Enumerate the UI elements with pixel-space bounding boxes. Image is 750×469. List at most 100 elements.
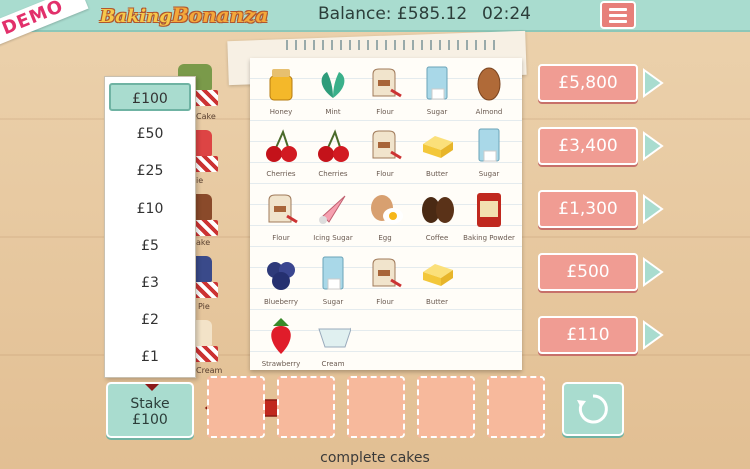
ingredient-label: Butter xyxy=(426,170,448,178)
ingredient-item: Sugar xyxy=(462,126,516,188)
cherries-icon xyxy=(263,126,299,166)
ingredient-label: Flour xyxy=(376,298,394,306)
butter-icon xyxy=(419,126,455,166)
clock-display: 02:24 xyxy=(482,4,531,24)
ingredient-label: Sugar xyxy=(426,108,448,116)
stake-option[interactable]: £1 xyxy=(109,343,191,371)
cake-slot xyxy=(487,376,545,438)
binder-rings xyxy=(286,40,496,50)
play-arrow-icon xyxy=(643,68,664,98)
mint-leaves-icon xyxy=(315,64,351,104)
ingredient-label: Egg xyxy=(378,234,392,242)
ingredient-item: Egg xyxy=(358,190,412,252)
bg-cake-label: ake xyxy=(196,238,211,247)
play-arrow-icon xyxy=(643,257,664,287)
prize-button[interactable]: £5,800 xyxy=(538,64,638,102)
stake-option[interactable]: £100 xyxy=(109,83,191,111)
cake-slot xyxy=(207,376,265,438)
ingredient-label: Blueberry xyxy=(263,298,298,306)
ingredient-label: Mint xyxy=(325,108,341,116)
flour-sack-icon xyxy=(263,190,299,230)
ingredient-item: Flour xyxy=(254,190,308,252)
ingredient-item: Butter xyxy=(410,126,464,188)
ingredient-label: Sugar xyxy=(478,170,500,178)
play-arrow-icon xyxy=(643,131,664,161)
prize-button[interactable]: £110 xyxy=(538,316,638,354)
menu-button[interactable] xyxy=(600,1,636,29)
bg-cake-label: Cream xyxy=(196,366,223,375)
hamburger-icon-line xyxy=(609,7,627,11)
bg-cake-label: Pie xyxy=(198,302,210,311)
egg-icon xyxy=(367,190,403,230)
ingredient-label: Coffee xyxy=(425,234,449,242)
stake-button-label: Stake xyxy=(130,396,170,412)
ingredient-item: Almond xyxy=(462,64,516,126)
refresh-button[interactable] xyxy=(562,382,624,436)
hamburger-icon-line xyxy=(609,13,627,17)
ingredient-label: Sugar xyxy=(322,298,344,306)
cake-slot xyxy=(417,376,475,438)
stake-option[interactable]: £5 xyxy=(109,232,191,260)
baking-powder-icon xyxy=(471,190,507,230)
bg-cake-label: ie xyxy=(196,176,204,185)
ingredient-label: Strawberry xyxy=(261,360,301,368)
ingredient-item: Mint xyxy=(306,64,360,126)
flour-sack-icon xyxy=(367,126,403,166)
blueberry-icon xyxy=(263,254,299,294)
ingredient-item: Honey xyxy=(254,64,308,126)
balance-display: Balance: £585.12 xyxy=(318,4,468,24)
coffee-beans-icon xyxy=(419,190,455,230)
sugar-bag-icon xyxy=(471,126,507,166)
stake-option[interactable]: £25 xyxy=(109,157,191,185)
ingredient-item: Coffee xyxy=(410,190,464,252)
ingredient-label: Icing Sugar xyxy=(313,234,353,242)
ingredient-item: Sugar xyxy=(410,64,464,126)
stake-dropdown: £100 £50 £25 £10 £5 £3 £2 £1 xyxy=(104,76,196,378)
ingredient-item: Cherries xyxy=(306,126,360,188)
stake-option[interactable]: £10 xyxy=(109,195,191,223)
strawberry-icon xyxy=(263,316,299,356)
stake-caret-icon xyxy=(145,384,159,391)
ingredient-label: Honey xyxy=(269,108,293,116)
cream-jug-icon xyxy=(315,316,351,356)
flour-sack-icon xyxy=(367,64,403,104)
ingredient-label: Butter xyxy=(426,298,448,306)
stake-option[interactable]: £50 xyxy=(109,120,191,148)
ingredient-item: Cherries xyxy=(254,126,308,188)
ingredient-label: Baking Powder xyxy=(463,234,515,242)
ingredient-item: Blueberry xyxy=(254,254,308,316)
ingredient-label: Flour xyxy=(376,170,394,178)
butter-icon xyxy=(419,254,455,294)
flour-sack-icon xyxy=(367,254,403,294)
ingredient-label: Cherries xyxy=(266,170,296,178)
refresh-icon xyxy=(577,394,608,424)
logo-part2: Bonanza xyxy=(171,3,269,27)
ingredient-item: Sugar xyxy=(306,254,360,316)
prize-button[interactable]: £1,300 xyxy=(538,190,638,228)
prize-button[interactable]: £3,400 xyxy=(538,127,638,165)
ingredient-item: Icing Sugar xyxy=(306,190,360,252)
ingredient-item: Butter xyxy=(410,254,464,316)
play-arrow-icon xyxy=(643,194,664,224)
logo-part1: Baking xyxy=(100,6,172,27)
cake-slot xyxy=(347,376,405,438)
ingredient-item: Strawberry xyxy=(254,316,308,378)
bg-cake-label: Cake xyxy=(196,112,216,121)
cherries-icon xyxy=(315,126,351,166)
ingredient-label: Cream xyxy=(321,360,345,368)
hamburger-icon-line xyxy=(609,19,627,23)
ingredient-item: Cream xyxy=(306,316,360,378)
ingredient-label: Cherries xyxy=(318,170,348,178)
ingredient-label: Almond xyxy=(475,108,503,116)
stake-option[interactable]: £2 xyxy=(109,306,191,334)
ingredient-item: Flour xyxy=(358,254,412,316)
sugar-bag-icon xyxy=(315,254,351,294)
piping-bag-icon xyxy=(315,190,351,230)
ingredient-item: Flour xyxy=(358,64,412,126)
stake-option[interactable]: £3 xyxy=(109,269,191,297)
play-arrow-icon xyxy=(643,320,664,350)
stake-button-value: £100 xyxy=(132,412,168,428)
ingredient-label: Flour xyxy=(272,234,290,242)
prize-button[interactable]: £500 xyxy=(538,253,638,291)
ingredient-label: Flour xyxy=(376,108,394,116)
